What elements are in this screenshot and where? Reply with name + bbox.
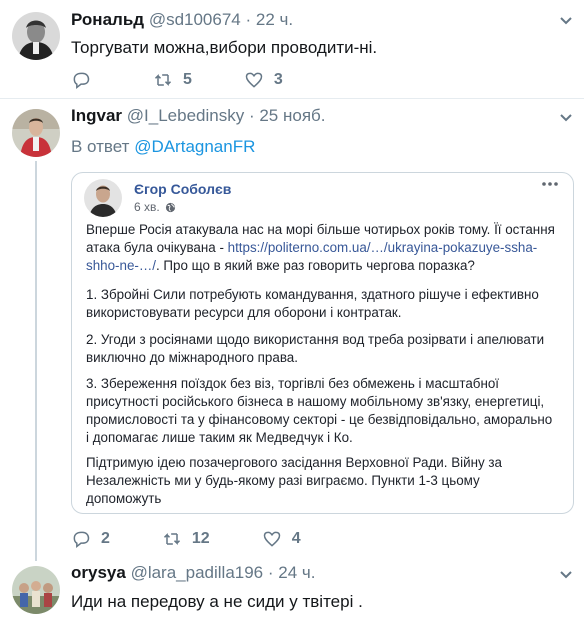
handle[interactable]: @sd100674: [149, 10, 241, 29]
fb-line: допоможуть: [86, 491, 162, 506]
reply-button[interactable]: [71, 70, 101, 90]
fb-paragraph-3: 2. Угоди з росіянами щодо використання в…: [86, 331, 561, 367]
tweet-actions: 5 3: [71, 68, 335, 92]
thread-line: [35, 161, 37, 561]
reply-mention-link[interactable]: @DArtagnanFR: [134, 137, 255, 156]
tweet-text: Иди на передову а не сиди у твітері .: [71, 592, 363, 611]
heart-icon: [263, 531, 280, 547]
retweet-icon: [163, 533, 180, 545]
fb-line: виключно до міжнародного права.: [86, 350, 298, 365]
fb-line: присутності російського бізнеса в нашому…: [86, 394, 545, 409]
fb-line: 1. Збройні Сили потребують командування,…: [86, 287, 539, 302]
display-name[interactable]: Ingvar: [71, 106, 122, 125]
retweet-icon: [154, 74, 172, 86]
retweet-count: 5: [183, 71, 192, 88]
globe-icon: [165, 202, 175, 212]
fb-line: 3. Збереження поїздок без віз, торгівлі …: [86, 376, 500, 391]
heart-icon: [245, 72, 263, 88]
fb-line: 2. Угоди з росіянами щодо використання в…: [86, 332, 545, 347]
fb-author-avatar[interactable]: [84, 179, 122, 217]
chevron-down-icon[interactable]: [559, 570, 573, 580]
divider: [0, 98, 584, 99]
retweet-count: 12: [191, 530, 210, 547]
fb-line: промисловості та у фінансовому секторі -…: [86, 412, 553, 427]
display-name[interactable]: Рональд: [71, 10, 144, 29]
handle[interactable]: @I_Lebedinsky: [127, 106, 244, 125]
fb-paragraph-2: 1. Збройні Сили потребують командування,…: [86, 286, 561, 322]
fb-article-link[interactable]: https://politerno.com.ua/…/ukrayina-poka…: [228, 240, 538, 255]
timestamp[interactable]: · 25 нояб.: [249, 106, 326, 125]
fb-paragraph-1: Вперше Росія атакувала нас на морі більш…: [86, 221, 561, 275]
fb-line: використовувати ресурси для оборони і ко…: [86, 305, 402, 320]
fb-line: атака була очікувана - https://politerno…: [86, 239, 561, 257]
fb-line: і допомагає лише таким як Медведчук і Ко…: [86, 430, 353, 445]
reply-context: В ответ @DArtagnanFR: [71, 137, 255, 157]
reply-icon: [73, 72, 90, 90]
fb-paragraph-4: 3. Збереження поїздок без віз, торгівлі …: [86, 375, 561, 447]
tweet-header: Рональд @sd100674 · 22 ч.: [71, 10, 293, 30]
avatar[interactable]: [12, 109, 60, 157]
tweet-header: Ingvar @I_Lebedinsky · 25 нояб.: [71, 106, 325, 126]
fb-line: Незалежність ми у будь-якому разі виграє…: [86, 473, 480, 488]
like-count: 4: [291, 530, 301, 547]
fb-line: Підтримую ідею позачергового засідання В…: [86, 455, 502, 470]
like-button[interactable]: 3: [244, 70, 283, 90]
fb-line-text: . Про що в який вже раз говорить чергова…: [155, 258, 475, 273]
embedded-facebook-post[interactable]: Єгор Соболєв 6 хв. Вперше Росія атакувал…: [71, 172, 574, 514]
like-count: 3: [273, 71, 283, 88]
chevron-down-icon[interactable]: [559, 16, 573, 26]
handle[interactable]: @lara_padilla196: [131, 563, 264, 582]
fb-author-name[interactable]: Єгор Соболєв: [134, 181, 231, 197]
fb-post-meta: 6 хв.: [134, 200, 176, 214]
display-name[interactable]: orysya: [71, 563, 126, 582]
fb-paragraph-5: Підтримую ідею позачергового засідання В…: [86, 454, 561, 508]
tweet-header: orysya @lara_padilla196 · 24 ч.: [71, 563, 315, 583]
timestamp[interactable]: · 24 ч.: [268, 563, 316, 582]
more-options-icon[interactable]: [541, 181, 559, 187]
like-button[interactable]: 4: [262, 529, 301, 549]
reply-count: 2: [101, 530, 110, 547]
retweet-button[interactable]: 5: [153, 70, 192, 90]
fb-post-time[interactable]: 6 хв.: [134, 200, 160, 214]
fb-line: Вперше Росія атакувала нас на морі більш…: [86, 222, 555, 237]
tweet-text: Торгувати можна,вибори проводити-ні.: [71, 38, 378, 57]
timestamp[interactable]: · 22 ч.: [246, 10, 294, 29]
retweet-button[interactable]: 12: [162, 529, 210, 549]
reply-prefix: В ответ: [71, 137, 130, 156]
fb-line: shho-ne-…/. Про що в який вже раз говори…: [86, 257, 561, 275]
reply-icon: [73, 531, 90, 549]
fb-article-link-cont[interactable]: shho-ne-…/: [86, 258, 156, 273]
fb-line-text: атака була очікувана -: [86, 240, 228, 255]
avatar[interactable]: [12, 12, 60, 60]
avatar[interactable]: [12, 566, 60, 614]
chevron-down-icon[interactable]: [559, 113, 573, 123]
reply-button[interactable]: 2: [71, 529, 110, 549]
tweet-actions: 2 12 4: [71, 527, 353, 551]
